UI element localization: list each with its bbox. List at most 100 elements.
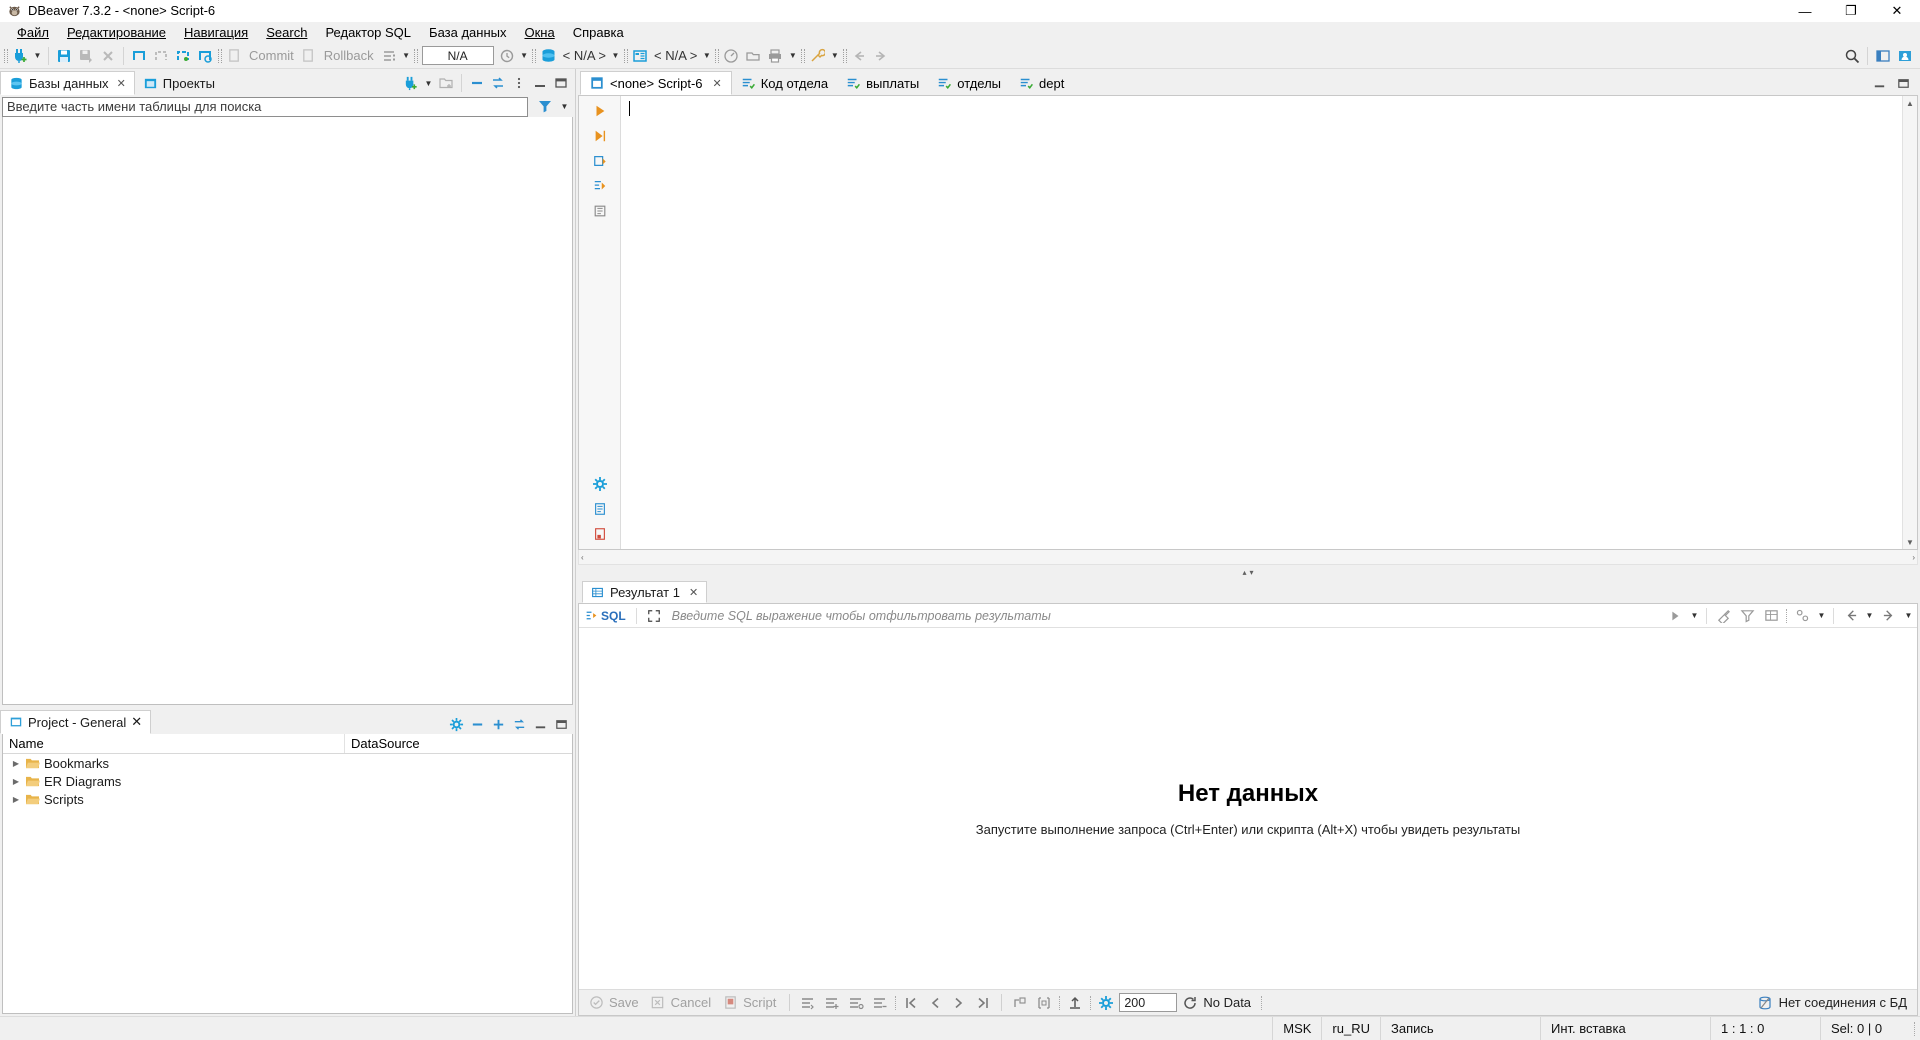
tab-otdely[interactable]: отделы xyxy=(928,71,1010,95)
chevron-right-icon[interactable]: ▶ xyxy=(11,776,21,786)
chevron-right-icon[interactable]: ▶ xyxy=(11,758,21,768)
tools-icon[interactable] xyxy=(806,45,828,67)
calc-icon[interactable] xyxy=(1009,992,1031,1014)
new-connection-dropdown-icon[interactable]: ▼ xyxy=(31,45,44,67)
toolbar-grip-7[interactable] xyxy=(799,47,806,65)
print-icon[interactable] xyxy=(764,45,786,67)
panels-icon[interactable] xyxy=(1791,605,1813,627)
tab-vyplaty[interactable]: выплаты xyxy=(837,71,928,95)
cancel-button[interactable]: Cancel xyxy=(671,995,717,1010)
database-navigator-tree[interactable] xyxy=(2,117,573,705)
filter-icon[interactable] xyxy=(534,95,556,117)
expand-icon[interactable] xyxy=(488,714,508,734)
rollback-label[interactable]: Rollback xyxy=(320,48,378,63)
filter-settings-icon[interactable] xyxy=(1736,605,1758,627)
link-editor-icon[interactable] xyxy=(509,714,529,734)
toolbar-grip[interactable] xyxy=(2,47,9,65)
tools-dropdown-icon[interactable]: ▼ xyxy=(828,45,841,67)
script-button[interactable]: Script xyxy=(743,995,782,1010)
history-dropdown-icon[interactable]: ▼ xyxy=(518,45,531,67)
prev-icon[interactable] xyxy=(1839,605,1861,627)
nav-last-icon[interactable] xyxy=(972,992,994,1014)
tab-kod-otdela[interactable]: Код отдела xyxy=(732,71,837,95)
collapse-all-icon[interactable] xyxy=(467,73,487,93)
next-icon[interactable] xyxy=(1878,605,1900,627)
tab-dept[interactable]: dept xyxy=(1010,71,1073,95)
transaction-auto-icon[interactable] xyxy=(172,45,194,67)
disable-icon[interactable] xyxy=(590,525,610,543)
export-icon[interactable] xyxy=(1064,992,1086,1014)
execute-script-icon[interactable] xyxy=(590,127,610,145)
new-connection-icon[interactable] xyxy=(401,73,421,93)
scroll-left-icon[interactable]: ‹ xyxy=(581,550,584,564)
menu-sql-editor[interactable]: Редактор SQL xyxy=(316,23,420,42)
column-header-name[interactable]: Name xyxy=(3,734,345,753)
collapse-down-icon[interactable]: ▾ xyxy=(1250,565,1254,579)
tab-result-1[interactable]: Результат 1 ✕ xyxy=(582,581,708,603)
status-locale[interactable]: ru_RU xyxy=(1321,1016,1380,1040)
menu-search[interactable]: Search xyxy=(257,23,316,42)
expand-filter-icon[interactable] xyxy=(643,605,665,627)
maximize-icon[interactable] xyxy=(1892,72,1914,94)
duplicate-row-icon[interactable] xyxy=(821,992,843,1014)
editor-horizontal-scrollbar[interactable]: ‹ › xyxy=(578,550,1918,565)
execute-statement-icon[interactable] xyxy=(590,102,610,120)
toolbar-grip-6[interactable] xyxy=(713,47,720,65)
menu-help[interactable]: Справка xyxy=(564,23,633,42)
tab-project-general[interactable]: Project - General ✕ xyxy=(0,710,152,734)
dashboard-icon[interactable] xyxy=(720,45,742,67)
prev-dropdown-icon[interactable]: ▼ xyxy=(1863,605,1876,627)
list-item[interactable]: ▶ Scripts xyxy=(3,790,572,808)
status-timezone[interactable]: MSK xyxy=(1272,1016,1321,1040)
close-icon[interactable]: ✕ xyxy=(117,77,126,90)
apply-filter-icon[interactable] xyxy=(1664,605,1686,627)
chevron-right-icon[interactable]: ▶ xyxy=(11,794,21,804)
edit-row-icon[interactable] xyxy=(869,992,891,1014)
menu-file[interactable]: Файл xyxy=(8,23,58,42)
execute-plan-icon[interactable] xyxy=(590,202,610,220)
toolbar-grip-2[interactable] xyxy=(216,47,223,65)
execute-new-tab-icon[interactable] xyxy=(590,152,610,170)
schema-selector[interactable]: < N/A > xyxy=(651,48,700,63)
scroll-down-icon[interactable]: ▼ xyxy=(1906,535,1914,549)
transaction-mode-icon[interactable] xyxy=(128,45,150,67)
results-splitter[interactable]: ▴ ▾ xyxy=(576,565,1920,579)
close-icon[interactable]: ✕ xyxy=(131,714,142,730)
transaction-log-icon[interactable] xyxy=(194,45,216,67)
save-button[interactable]: Save xyxy=(609,995,645,1010)
open-folder-icon[interactable] xyxy=(742,45,764,67)
nav-first-icon[interactable] xyxy=(900,992,922,1014)
close-button[interactable]: ✕ xyxy=(1874,0,1920,22)
execute-expression-icon[interactable] xyxy=(590,177,610,195)
new-connection-icon[interactable] xyxy=(9,45,31,67)
collapse-all-icon[interactable] xyxy=(467,714,487,734)
menu-database[interactable]: База данных xyxy=(420,23,515,42)
nav-prev-icon[interactable] xyxy=(924,992,946,1014)
connection-dropdown-icon[interactable]: ▼ xyxy=(609,45,622,67)
sidebar-item-projects[interactable]: Проекты xyxy=(135,71,223,95)
close-icon[interactable]: ✕ xyxy=(713,77,722,90)
new-folder-icon[interactable] xyxy=(436,73,456,93)
sql-filter-icon[interactable]: SQL xyxy=(581,609,630,623)
minimize-icon[interactable] xyxy=(530,73,550,93)
panels-dropdown-icon[interactable]: ▼ xyxy=(1815,605,1828,627)
txn-mode-dropdown-icon[interactable]: ▼ xyxy=(400,45,413,67)
maximize-icon[interactable] xyxy=(551,714,571,734)
minimize-icon[interactable] xyxy=(1868,72,1890,94)
back-arrow-icon[interactable] xyxy=(848,45,870,67)
schema-dropdown-icon[interactable]: ▼ xyxy=(700,45,713,67)
maximize-icon[interactable] xyxy=(551,73,571,93)
menu-windows[interactable]: Окна xyxy=(515,23,563,42)
menu-navigation[interactable]: Навигация xyxy=(175,23,257,42)
commit-label[interactable]: Commit xyxy=(245,48,298,63)
search-input[interactable]: Введите часть имени таблицы для поиска xyxy=(2,96,528,117)
print-dropdown-icon[interactable]: ▼ xyxy=(786,45,799,67)
list-item[interactable]: ▶ ER Diagrams xyxy=(3,772,572,790)
minimize-icon[interactable] xyxy=(530,714,550,734)
menu-edit[interactable]: Редактирование xyxy=(58,23,175,42)
toolbar-grip-4[interactable] xyxy=(531,47,538,65)
txn-mode-icon[interactable] xyxy=(378,45,400,67)
settings-icon[interactable] xyxy=(590,475,610,493)
nav-next-icon[interactable] xyxy=(948,992,970,1014)
clear-filter-icon[interactable] xyxy=(1712,605,1734,627)
